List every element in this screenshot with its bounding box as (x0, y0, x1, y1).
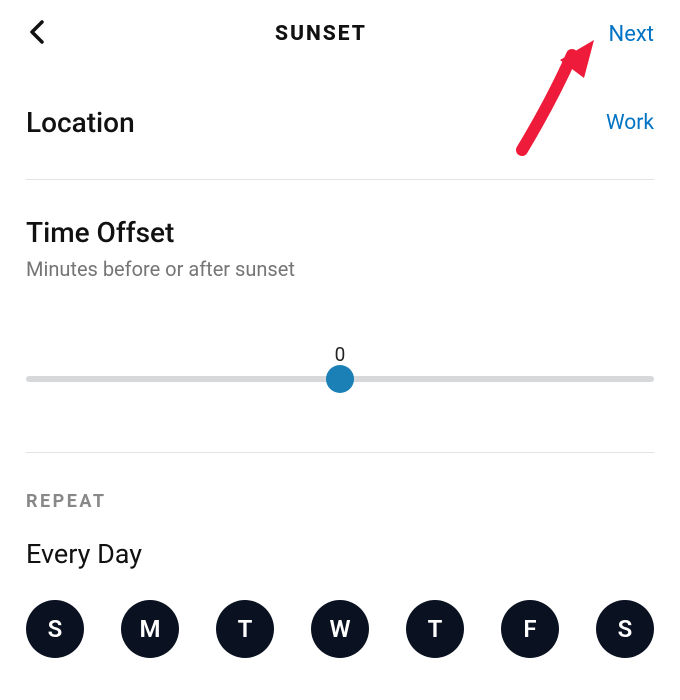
time-offset-slider[interactable] (26, 376, 654, 382)
day-wednesday[interactable]: W (311, 600, 369, 658)
location-row[interactable]: Location Work (26, 68, 654, 179)
back-icon[interactable] (26, 18, 48, 50)
day-tuesday[interactable]: T (216, 600, 274, 658)
slider-thumb[interactable] (326, 365, 354, 393)
page-title: SUNSET (48, 22, 594, 46)
day-thursday[interactable]: T (406, 600, 464, 658)
time-offset-subtitle: Minutes before or after sunset (26, 257, 654, 281)
location-label: Location (26, 106, 135, 139)
day-friday[interactable]: F (501, 600, 559, 658)
day-sunday[interactable]: S (26, 600, 84, 658)
repeat-value: Every Day (26, 538, 654, 570)
day-saturday[interactable]: S (596, 600, 654, 658)
next-button[interactable]: Next (594, 22, 654, 47)
days-row: S M T W T F S (26, 600, 654, 658)
day-monday[interactable]: M (121, 600, 179, 658)
slider-value: 0 (26, 343, 654, 366)
location-value: Work (606, 111, 654, 135)
repeat-header: REPEAT (26, 491, 654, 512)
time-offset-title: Time Offset (26, 216, 654, 249)
